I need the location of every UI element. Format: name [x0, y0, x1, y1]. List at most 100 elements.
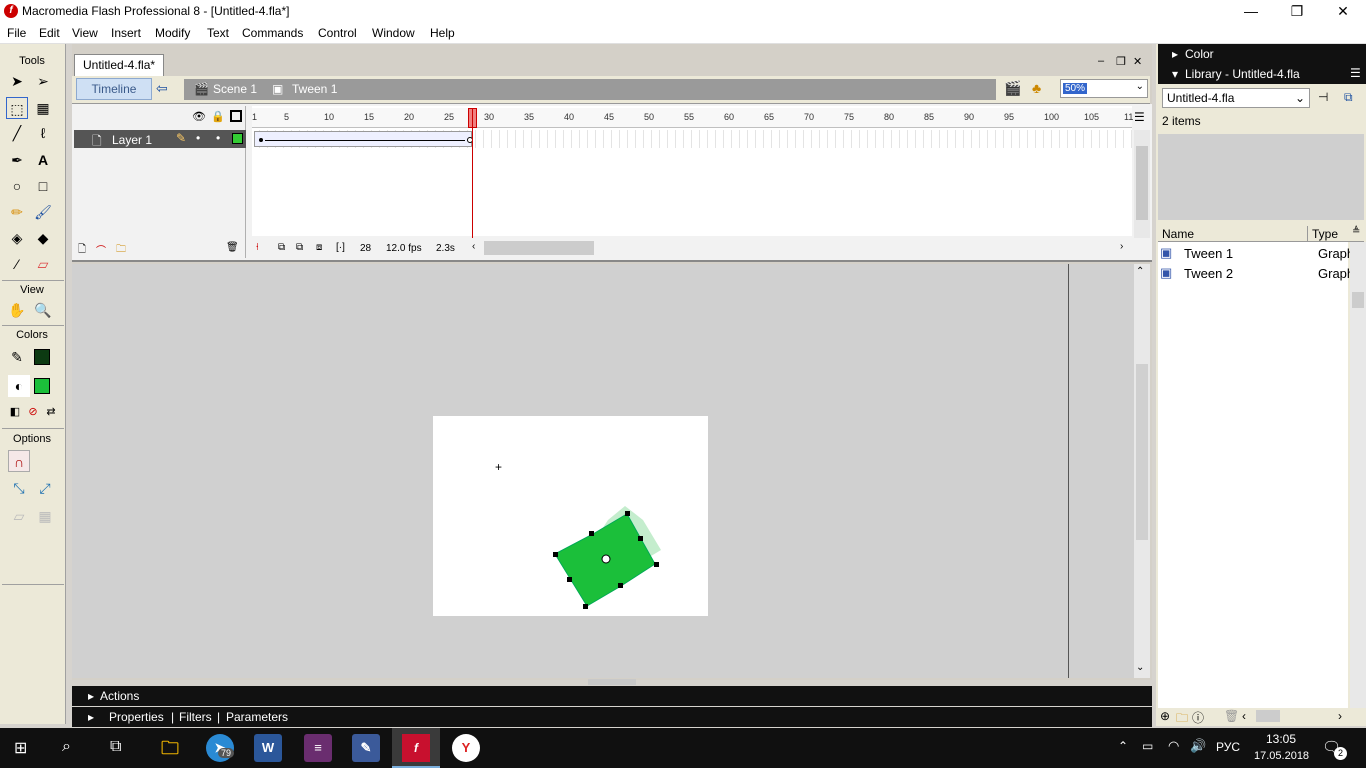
library-vscroll[interactable]	[1350, 242, 1366, 708]
eraser-tool-icon[interactable]: ▱	[32, 253, 54, 275]
document-tab[interactable]: Untitled-4.fla*	[74, 54, 164, 76]
name-column-header[interactable]: Name	[1162, 227, 1194, 241]
stage-canvas[interactable]: +	[433, 416, 708, 616]
close-button[interactable]: ✕	[1320, 0, 1366, 22]
menu-control[interactable]: Control	[318, 26, 357, 40]
library-item[interactable]: ▣ Tween 2 Graph	[1160, 264, 1354, 284]
add-guide-layer-icon[interactable]: ⌒	[96, 242, 106, 257]
stage-vscroll[interactable]: ⌃ ⌄	[1134, 264, 1150, 678]
motion-tween[interactable]	[254, 131, 473, 147]
panel-splitter[interactable]	[588, 679, 636, 685]
lib-hscroll-right-icon[interactable]: ›	[1338, 709, 1342, 723]
yandex-browser-icon[interactable]: Y	[452, 734, 480, 762]
menu-text[interactable]: Text	[207, 26, 229, 40]
parameters-tab[interactable]: Parameters	[226, 710, 288, 724]
new-symbol-icon[interactable]: ⊕	[1160, 709, 1170, 723]
hscroll-left-icon[interactable]: ‹	[472, 241, 475, 252]
volume-icon[interactable]: 🔊	[1190, 738, 1206, 754]
menu-commands[interactable]: Commands	[242, 26, 303, 40]
file-explorer-icon[interactable]: 🗀	[156, 734, 184, 762]
menu-file[interactable]: File	[7, 26, 26, 40]
search-icon[interactable]: ⌕	[62, 738, 71, 756]
transform-handle[interactable]	[618, 583, 623, 588]
menu-view[interactable]: View	[72, 26, 98, 40]
hscroll-right-icon[interactable]: ›	[1120, 241, 1123, 252]
wifi-icon[interactable]: ◠	[1168, 738, 1179, 754]
menu-modify[interactable]: Modify	[155, 26, 190, 40]
layer-visible-dot[interactable]: •	[196, 131, 200, 145]
tray-chevron-icon[interactable]: ⌃	[1118, 739, 1128, 753]
library-panel-bar[interactable]: ▾ Library - Untitled-4.fla ☰	[1158, 64, 1366, 84]
rotate-skew-icon[interactable]: ⤡	[8, 477, 30, 499]
edit-symbol-icon[interactable]: ♣	[1032, 80, 1041, 96]
edit-multiple-icon[interactable]: ⧈	[316, 242, 322, 253]
stage-scroll-up-icon[interactable]: ⌃	[1136, 266, 1144, 277]
edit-scene-icon[interactable]: 🎬	[1004, 80, 1021, 97]
free-transform-tool-icon[interactable]: ⬚	[6, 97, 28, 119]
brush-tool-icon[interactable]: 🖌	[32, 201, 54, 223]
transform-handle[interactable]	[589, 531, 594, 536]
rectangle-tool-icon[interactable]: □	[32, 175, 54, 197]
library-item[interactable]: ▣ Tween 1 Graph	[1160, 244, 1354, 264]
insert-folder-icon[interactable]: 🗀	[116, 242, 126, 259]
word-icon[interactable]: W	[254, 734, 282, 762]
symbol-link[interactable]: Tween 1	[292, 82, 337, 96]
paint-bucket-tool-icon[interactable]: ◆	[32, 227, 54, 249]
lasso-tool-icon[interactable]: ℓ	[32, 122, 54, 144]
clock-time[interactable]: 13:05	[1266, 732, 1296, 746]
delete-layer-icon[interactable]: 🗑	[226, 242, 239, 253]
start-button[interactable]: ⊞	[14, 738, 27, 758]
layer-lock-dot[interactable]: •	[216, 131, 220, 145]
timeline-vscroll[interactable]	[1134, 130, 1150, 238]
winrar-icon[interactable]: ≡	[304, 734, 332, 762]
lock-icon[interactable]: 🔒	[211, 110, 225, 123]
doc-close-icon[interactable]: ✕	[1133, 55, 1142, 68]
layer-outline-color[interactable]	[232, 133, 243, 144]
line-tool-icon[interactable]: ╱	[6, 122, 28, 144]
properties-icon[interactable]: ⓘ	[1192, 709, 1204, 726]
text-tool-icon[interactable]: A	[32, 149, 54, 171]
center-frame-icon[interactable]: ⍿	[256, 242, 259, 253]
new-library-panel-icon[interactable]: ⧉	[1344, 90, 1353, 105]
filters-tab[interactable]: Filters	[179, 710, 212, 724]
stroke-color-swatch[interactable]	[34, 349, 50, 365]
transform-handle[interactable]	[654, 562, 659, 567]
sort-icon[interactable]: ≜	[1352, 226, 1360, 237]
battery-icon[interactable]: ▭	[1142, 739, 1153, 753]
onion-outline-icon[interactable]: ⧉	[296, 242, 303, 253]
menu-window[interactable]: Window	[372, 26, 415, 40]
delete-item-icon[interactable]: 🗑	[1224, 709, 1239, 723]
transform-handle[interactable]	[638, 536, 643, 541]
transform-handle[interactable]	[583, 604, 588, 609]
menu-insert[interactable]: Insert	[111, 26, 141, 40]
timeline-vscroll-thumb[interactable]	[1136, 146, 1148, 220]
swap-colors-icon[interactable]: ⇄	[40, 401, 62, 423]
doc-minimize-icon[interactable]: –	[1098, 55, 1104, 67]
timeline-toggle-button[interactable]: Timeline	[76, 78, 152, 100]
pencil-tool-icon[interactable]: ✏	[6, 201, 28, 223]
frame-view-menu-icon[interactable]: ☰	[1134, 110, 1145, 124]
stage-vscroll-thumb[interactable]	[1136, 364, 1148, 540]
pin-library-icon[interactable]: ⊣	[1318, 90, 1328, 104]
ink-bottle-tool-icon[interactable]: ◈	[6, 227, 28, 249]
timeline-hscroll-thumb[interactable]	[484, 241, 594, 255]
properties-panel-bar[interactable]: ▸ Properties | Filters | Parameters	[72, 707, 1152, 727]
properties-tab[interactable]: Properties	[109, 710, 164, 724]
fill-color-swatch[interactable]	[34, 378, 50, 394]
transform-handle[interactable]	[567, 577, 572, 582]
minimize-button[interactable]: —	[1228, 0, 1274, 22]
arrow-tool-icon[interactable]: ➤	[6, 70, 28, 92]
transform-handle[interactable]	[553, 552, 558, 557]
oval-tool-icon[interactable]: ○	[6, 175, 28, 197]
layer-row[interactable]: 🗋 Layer 1 ✎ • •	[74, 130, 246, 148]
scene-link[interactable]: Scene 1	[213, 82, 257, 96]
library-document-select[interactable]: Untitled-4.fla ⌄	[1162, 88, 1310, 108]
new-folder-icon[interactable]: 🗀	[1176, 709, 1188, 730]
menu-edit[interactable]: Edit	[39, 26, 60, 40]
task-view-icon[interactable]: ⧉	[110, 738, 121, 756]
back-arrow-icon[interactable]: ⇦	[156, 80, 168, 97]
menu-help[interactable]: Help	[430, 26, 455, 40]
fill-transform-tool-icon[interactable]: ▦	[32, 97, 54, 119]
eyedropper-tool-icon[interactable]: ⁄	[6, 253, 28, 275]
scale-icon[interactable]: ⤢	[34, 477, 56, 499]
